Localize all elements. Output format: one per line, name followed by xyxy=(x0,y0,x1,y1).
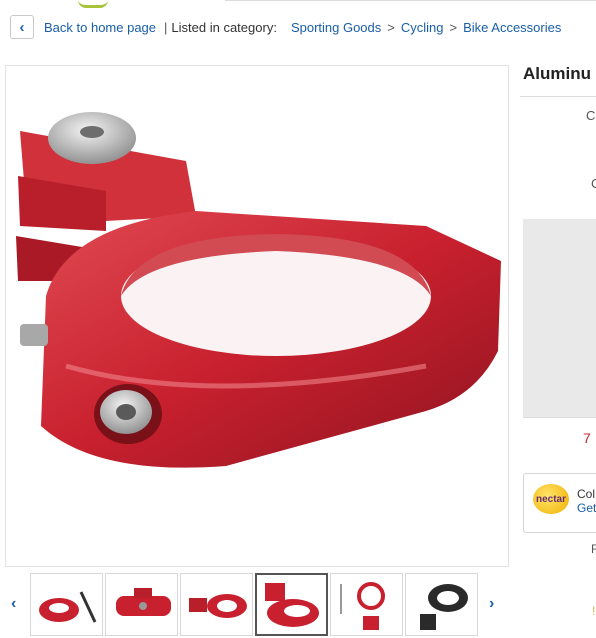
thumbnail[interactable] xyxy=(405,573,478,636)
breadcrumb: ‹ Back to home page | Listed in category… xyxy=(10,14,561,40)
condition-label-fragment: C xyxy=(586,108,596,123)
category-link-sporting-goods[interactable]: Sporting Goods xyxy=(291,20,381,35)
thumbnail-image xyxy=(340,582,385,630)
thumbnail-selected[interactable] xyxy=(255,573,328,636)
chevron-right-icon[interactable]: › xyxy=(489,595,494,613)
divider xyxy=(520,96,596,97)
category-link-bike-accessories[interactable]: Bike Accessories xyxy=(463,20,561,35)
back-chevron-icon[interactable]: ‹ xyxy=(10,15,34,39)
back-to-home-link[interactable]: Back to home page xyxy=(44,20,156,35)
product-title: Aluminu xyxy=(523,64,591,83)
buy-box-panel xyxy=(523,219,596,417)
thumbnail-image xyxy=(265,583,319,627)
product-photo xyxy=(16,112,501,468)
thumbnail[interactable] xyxy=(105,573,178,636)
nectar-logo-icon: nectar xyxy=(533,484,569,514)
site-logo-fragment xyxy=(78,0,108,8)
divider: | xyxy=(164,19,168,35)
price-fragment: 7 xyxy=(583,430,591,446)
thumbnail-image xyxy=(189,594,247,618)
detail-label-fragment: C xyxy=(591,176,596,191)
chevron-left-icon[interactable]: ‹ xyxy=(11,595,16,613)
main-product-image[interactable] xyxy=(5,65,509,567)
listed-label: Listed in category: xyxy=(171,19,277,35)
thumbnail[interactable] xyxy=(330,573,403,636)
breadcrumb-separator: > xyxy=(449,19,458,35)
thumbnail-image xyxy=(420,584,468,630)
thumbnail-image xyxy=(39,591,97,623)
breadcrumb-separator: > xyxy=(387,19,395,35)
thumbnail[interactable] xyxy=(180,573,253,636)
thumbnail[interactable] xyxy=(30,573,103,636)
thumbnail-strip: ‹ › xyxy=(5,571,505,636)
link-fragment: ! xyxy=(592,604,596,618)
category-link-cycling[interactable]: Cycling xyxy=(401,20,444,35)
thumbnail-image xyxy=(116,588,171,616)
nectar-text: Col xyxy=(577,487,596,501)
nectar-link[interactable]: Get xyxy=(577,501,596,515)
nectar-promo-box[interactable]: nectar Col Get xyxy=(523,473,596,533)
search-bar-edge xyxy=(225,0,596,1)
info-label-fragment: F xyxy=(591,542,596,556)
